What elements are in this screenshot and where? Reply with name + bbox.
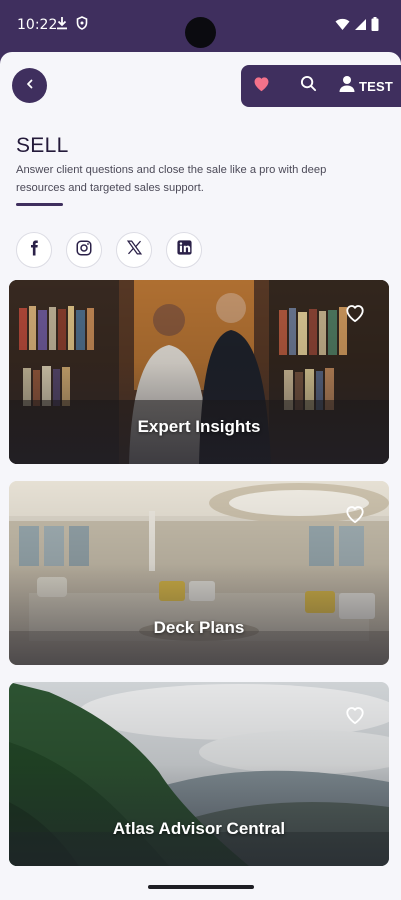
facebook-button[interactable] [16, 232, 52, 268]
title-underline [16, 203, 63, 206]
linkedin-icon [176, 239, 193, 261]
status-bar: 10:22 [0, 0, 401, 52]
instagram-icon [75, 239, 93, 262]
card-atlas-advisor-central[interactable]: Atlas Advisor Central [9, 682, 389, 866]
card-title: Deck Plans [153, 618, 245, 637]
app-screen: TEST SELL Answer client questions and cl… [0, 52, 401, 900]
back-button[interactable] [12, 68, 47, 103]
chevron-left-icon [24, 77, 36, 95]
header-toolbar: TEST [241, 65, 401, 107]
signal-icon [354, 18, 367, 36]
wifi-icon [335, 18, 350, 36]
person-icon [339, 75, 355, 97]
heart-outline-icon[interactable] [344, 504, 366, 524]
instagram-button[interactable] [66, 232, 102, 268]
x-icon [126, 239, 143, 261]
card-deck-plans[interactable]: Deck Plans [9, 481, 389, 665]
search-icon [300, 75, 317, 97]
page-title: SELL [16, 134, 69, 157]
card-title: Expert Insights [137, 417, 261, 436]
user-label: TEST [359, 78, 394, 94]
x-button[interactable] [116, 232, 152, 268]
download-icon [56, 16, 68, 35]
facebook-icon [25, 239, 43, 262]
heart-outline-icon[interactable] [344, 303, 366, 323]
shield-icon [76, 16, 88, 35]
page-description: Answer client questions and close the sa… [16, 164, 327, 194]
linkedin-button[interactable] [166, 232, 202, 268]
favorites-button[interactable] [242, 65, 280, 107]
heart-icon [252, 75, 271, 97]
search-button[interactable] [285, 65, 331, 107]
status-time: 10:22 [17, 17, 58, 33]
heart-outline-icon[interactable] [344, 705, 366, 725]
camera-cutout [185, 17, 216, 48]
user-menu-button[interactable]: TEST [339, 75, 393, 97]
home-indicator[interactable] [148, 885, 254, 889]
card-title: Atlas Advisor Central [112, 819, 286, 838]
social-links [16, 232, 202, 268]
card-expert-insights[interactable]: Expert Insights [9, 280, 389, 464]
battery-icon [371, 17, 379, 36]
